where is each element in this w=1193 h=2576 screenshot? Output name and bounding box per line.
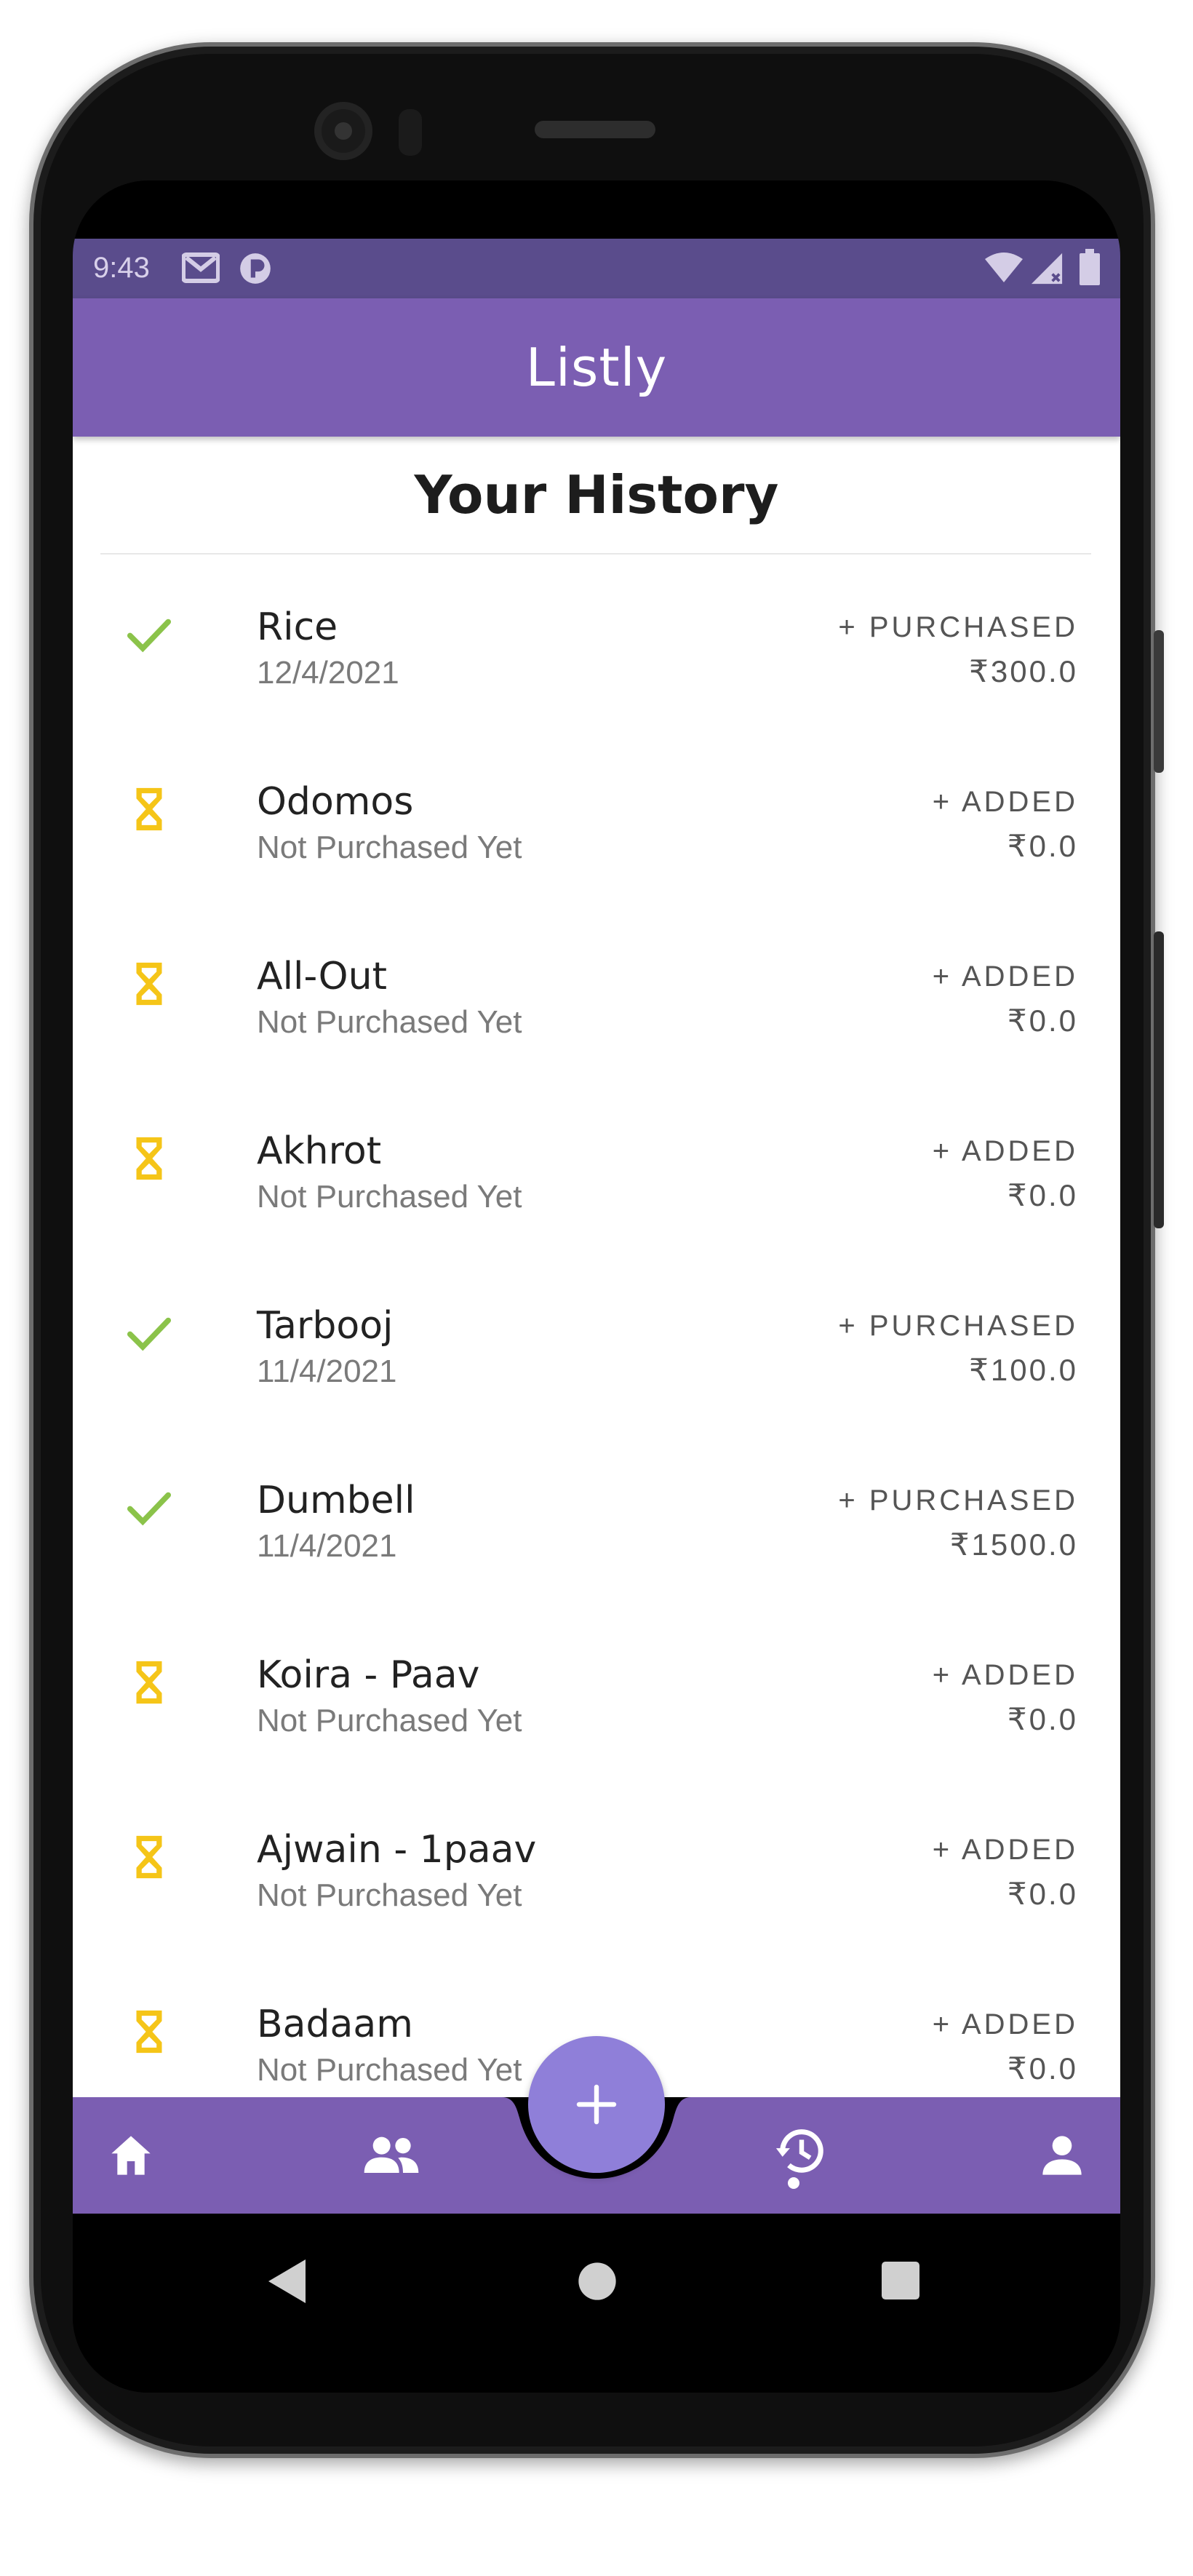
nav-profile[interactable]	[1026, 2119, 1098, 2192]
item-status-text: Not Purchased Yet	[257, 830, 522, 865]
item-status-text: Not Purchased Yet	[257, 2052, 522, 2088]
item-action-label: + ADDED	[932, 1135, 1078, 1167]
app-icon	[240, 253, 271, 284]
item-action-label: + ADDED	[932, 1834, 1078, 1866]
signal-icon	[1031, 253, 1063, 285]
system-home-button[interactable]	[578, 2262, 617, 2305]
system-navigation-bar	[73, 2214, 1120, 2393]
item-name: Koira - Paav	[257, 1653, 480, 1697]
back-icon	[268, 2259, 306, 2303]
hourglass-icon	[136, 1137, 162, 1180]
purchased-check-icon	[127, 1492, 172, 1526]
power-button	[1154, 931, 1164, 1228]
gmail-icon	[182, 253, 220, 283]
purchased-check-icon	[127, 619, 172, 653]
item-name: Odomos	[257, 780, 414, 824]
front-camera	[314, 102, 372, 160]
item-name: Badaam	[257, 2003, 413, 2046]
active-nav-indicator	[788, 2177, 799, 2189]
group-icon	[364, 2136, 419, 2173]
item-action-label: + PURCHASED	[838, 611, 1078, 643]
status-bar: 9:43	[73, 239, 1120, 298]
system-back-button[interactable]	[266, 2257, 311, 2309]
item-status-text: Not Purchased Yet	[257, 1877, 522, 1913]
add-item-button[interactable]	[528, 2036, 665, 2173]
item-action-label: + ADDED	[932, 1659, 1078, 1691]
item-name: Ajwain - 1paav	[257, 1828, 537, 1872]
item-price: ₹1500.0	[949, 1527, 1078, 1562]
item-name: Akhrot	[257, 1129, 382, 1173]
history-item[interactable]: Akhrot Not Purchased Yet + ADDED ₹0.0	[73, 1078, 1120, 1253]
home-circle-icon	[578, 2262, 616, 2300]
battery-icon	[1080, 249, 1100, 285]
item-price: ₹0.0	[1007, 1702, 1078, 1736]
item-price: ₹100.0	[969, 1353, 1078, 1387]
nav-home[interactable]	[95, 2119, 167, 2192]
history-item[interactable]: Koira - Paav Not Purchased Yet + ADDED ₹0.0	[73, 1602, 1120, 1777]
earpiece-speaker	[535, 121, 655, 138]
history-item[interactable]: All-Out Not Purchased Yet + ADDED ₹0.0	[73, 904, 1120, 1078]
item-status-text: 11/4/2021	[257, 1528, 397, 1564]
item-action-label: + ADDED	[932, 2008, 1078, 2040]
history-item[interactable]: Odomos Not Purchased Yet + ADDED ₹0.0	[73, 729, 1120, 904]
item-price: ₹0.0	[1007, 1003, 1078, 1038]
hourglass-icon	[136, 1661, 162, 1704]
app-bar: Listly	[73, 298, 1120, 437]
proximity-sensor	[399, 109, 422, 156]
purchased-check-icon	[127, 1317, 172, 1351]
recents-icon	[882, 2262, 919, 2299]
item-price: ₹0.0	[1007, 1178, 1078, 1212]
history-item[interactable]: Tarbooj 11/4/2021 + PURCHASED ₹100.0	[73, 1253, 1120, 1428]
page-title: Your History	[414, 464, 779, 525]
nav-groups[interactable]	[355, 2119, 428, 2192]
phone-screen: 9:43 Listly Your History Rice 12/4/2021 + …	[73, 180, 1120, 2393]
volume-button	[1154, 630, 1164, 773]
history-list: Rice 12/4/2021 + PURCHASED ₹300.0 Odomos Not …	[73, 554, 1120, 2097]
history-item[interactable]: Ajwain - 1paav Not Purchased Yet + ADDED ₹0…	[73, 1777, 1120, 1952]
item-action-label: + ADDED	[932, 961, 1078, 993]
item-status-text: Not Purchased Yet	[257, 1004, 522, 1040]
hourglass-icon	[136, 1835, 162, 1879]
item-name: Tarbooj	[257, 1304, 394, 1348]
hourglass-icon	[136, 2010, 162, 2054]
item-action-label: + PURCHASED	[838, 1310, 1078, 1342]
item-price: ₹0.0	[1007, 2051, 1078, 2086]
item-name: Dumbell	[257, 1479, 415, 1522]
item-price: ₹0.0	[1007, 829, 1078, 863]
hourglass-icon	[136, 787, 162, 831]
history-icon	[775, 2129, 823, 2173]
profile-icon	[1042, 2136, 1082, 2175]
item-status-text: 12/4/2021	[257, 655, 399, 691]
item-name: Rice	[257, 605, 338, 649]
item-status-text: Not Purchased Yet	[257, 1179, 522, 1215]
item-status-text: Not Purchased Yet	[257, 1703, 522, 1738]
item-name: All-Out	[257, 955, 387, 998]
history-item[interactable]: Rice 12/4/2021 + PURCHASED ₹300.0	[73, 554, 1120, 729]
add-icon	[576, 2084, 617, 2125]
item-status-text: 11/4/2021	[257, 1353, 397, 1389]
item-price: ₹0.0	[1007, 1877, 1078, 1911]
nav-history[interactable]	[765, 2116, 838, 2189]
item-action-label: + ADDED	[932, 786, 1078, 818]
history-screen: Your History Rice 12/4/2021 + PURCHASED ₹30…	[73, 437, 1120, 2097]
item-price: ₹300.0	[969, 654, 1078, 688]
home-icon	[111, 2136, 151, 2175]
history-item[interactable]: Dumbell 11/4/2021 + PURCHASED ₹1500.0	[73, 1428, 1120, 1602]
system-recents-button[interactable]	[882, 2262, 919, 2303]
hourglass-icon	[136, 962, 162, 1006]
app-title: Listly	[525, 337, 668, 398]
wifi-icon	[985, 253, 1023, 282]
status-time: 9:43	[93, 252, 150, 284]
item-action-label: + PURCHASED	[838, 1484, 1078, 1516]
